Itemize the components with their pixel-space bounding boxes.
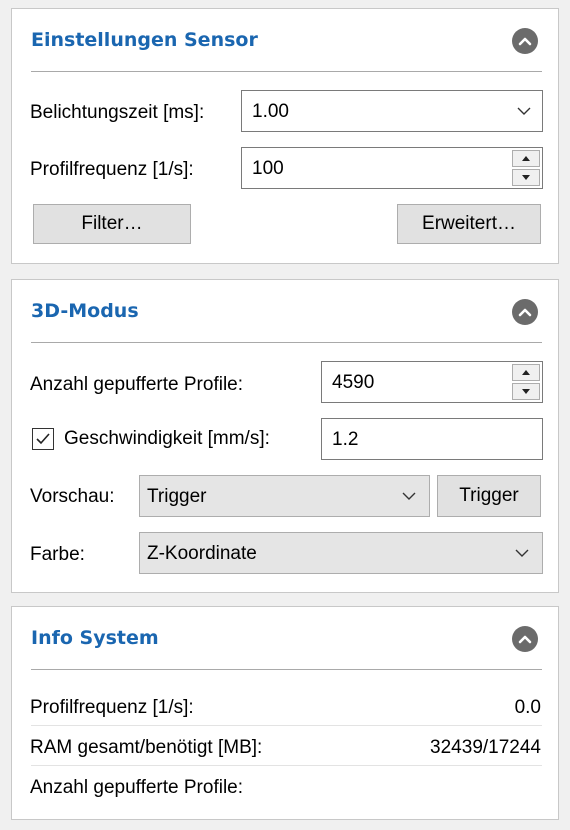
- chevron-down-icon: [517, 107, 531, 115]
- triangle-up-icon: [522, 370, 530, 375]
- speed-value: 1.2: [332, 429, 359, 450]
- info-row-value: 32439/17244: [430, 737, 541, 758]
- buffered-profiles-spinbox[interactable]: 4590: [321, 361, 543, 403]
- info-row-label: RAM gesamt/benötigt [MB]:: [30, 737, 263, 758]
- profile-frequency-label: Profilfrequenz [1/s]:: [30, 159, 194, 180]
- profile-frequency-decrement[interactable]: [512, 169, 540, 186]
- info-row-label: Anzahl gepufferte Profile:: [30, 777, 244, 798]
- advanced-button[interactable]: Erweitert…: [397, 204, 541, 244]
- triangle-down-icon: [522, 175, 530, 180]
- speed-label: Geschwindigkeit [mm/s]:: [64, 428, 270, 449]
- exposure-time-dropdown[interactable]: 1.00: [241, 90, 543, 132]
- 3d-mode-panel: 3D-Modus Anzahl gepufferte Profile: 4590…: [11, 279, 559, 593]
- collapse-sensor-settings-button[interactable]: [512, 28, 538, 54]
- triangle-down-icon: [522, 389, 530, 394]
- buffered-profiles-value: 4590: [332, 372, 375, 393]
- speed-checkbox[interactable]: [32, 428, 54, 450]
- info-row-value: 0.0: [514, 697, 541, 718]
- row-divider: [31, 765, 542, 766]
- chevron-up-icon: [518, 635, 532, 644]
- buffered-profiles-increment[interactable]: [512, 364, 540, 381]
- preview-dropdown[interactable]: Trigger: [139, 475, 430, 517]
- buffered-profiles-label: Anzahl gepufferte Profile:: [30, 374, 244, 395]
- color-dropdown[interactable]: Z-Koordinate: [139, 532, 543, 574]
- exposure-time-label: Belichtungszeit [ms]:: [30, 102, 205, 123]
- preview-value: Trigger: [147, 486, 207, 507]
- chevron-up-icon: [518, 37, 532, 46]
- filter-button[interactable]: Filter…: [33, 204, 191, 244]
- speed-input[interactable]: 1.2: [321, 418, 543, 460]
- panel-separator: [31, 669, 542, 670]
- exposure-time-value: 1.00: [252, 101, 289, 122]
- info-system-title: Info System: [31, 627, 159, 649]
- checkmark-icon: [36, 433, 50, 445]
- chevron-up-icon: [518, 308, 532, 317]
- preview-label: Vorschau:: [30, 486, 115, 507]
- buffered-profiles-decrement[interactable]: [512, 383, 540, 400]
- profile-frequency-spinbox[interactable]: 100: [241, 147, 543, 189]
- trigger-button[interactable]: Trigger: [437, 475, 541, 517]
- profile-frequency-value: 100: [252, 158, 284, 179]
- collapse-3d-mode-button[interactable]: [512, 299, 538, 325]
- color-value: Z-Koordinate: [147, 543, 257, 564]
- info-row-label: Profilfrequenz [1/s]:: [30, 697, 194, 718]
- 3d-mode-title: 3D-Modus: [31, 300, 139, 322]
- sensor-settings-panel: Einstellungen Sensor Belichtungszeit [ms…: [11, 8, 559, 264]
- collapse-info-system-button[interactable]: [512, 626, 538, 652]
- chevron-down-icon: [402, 492, 416, 500]
- sensor-settings-title: Einstellungen Sensor: [31, 29, 258, 51]
- panel-separator: [31, 71, 542, 72]
- row-divider: [31, 725, 542, 726]
- panel-separator: [31, 342, 542, 343]
- triangle-up-icon: [522, 156, 530, 161]
- info-system-panel: Info System Profilfrequenz [1/s]: 0.0 RA…: [11, 606, 559, 820]
- chevron-down-icon: [515, 549, 529, 557]
- profile-frequency-increment[interactable]: [512, 150, 540, 167]
- color-label: Farbe:: [30, 544, 85, 565]
